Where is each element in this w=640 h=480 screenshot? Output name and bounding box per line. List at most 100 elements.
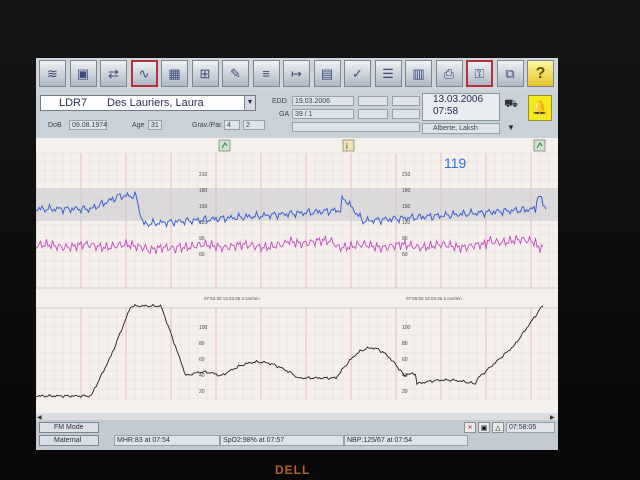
lower-scale-label: 60 bbox=[402, 357, 408, 363]
ga-label: GA bbox=[279, 111, 290, 118]
trace-view-tool-button[interactable]: ∿ bbox=[130, 60, 158, 87]
age-label: Age bbox=[132, 122, 145, 129]
print-tool-icon: ⎙ bbox=[443, 65, 455, 81]
mhr-status: MHR:83 at 07:54 bbox=[114, 435, 220, 446]
date-time-display: 13.03.2006 07:58 bbox=[422, 93, 500, 121]
upper-scale-label: 180 bbox=[402, 188, 411, 194]
help-tool-icon: ? bbox=[535, 64, 546, 82]
upper-scale-label: 210 bbox=[199, 172, 208, 178]
lower-scale-label: 60 bbox=[199, 357, 205, 363]
system-clock: 07:58:05 bbox=[506, 422, 555, 433]
help-tool-button[interactable]: ? bbox=[527, 60, 554, 87]
age-field[interactable]: 31 bbox=[148, 120, 162, 130]
overview-tool-button[interactable]: ⊞ bbox=[191, 60, 219, 87]
transfer-tool-button[interactable]: ⇄ bbox=[100, 60, 127, 87]
layout-tool-button[interactable]: ▥ bbox=[405, 60, 432, 87]
svg-text:i: i bbox=[346, 142, 348, 151]
ga-field[interactable]: 39 / 1 bbox=[292, 109, 354, 119]
empty-field-2[interactable] bbox=[358, 109, 388, 119]
spo2-status: SpO2:98% at 07:57 bbox=[220, 435, 344, 446]
history-tool-icon: ↦ bbox=[291, 65, 302, 81]
monitor-tool-button[interactable]: ▣ bbox=[69, 60, 97, 87]
fm-mode-button[interactable]: FM Mode bbox=[39, 422, 99, 433]
status-bar: FM Mode Maternal MHR:83 at 07:54 SpO2:98… bbox=[36, 420, 558, 450]
folder-tool-icon: ▤ bbox=[320, 65, 334, 81]
edd-field[interactable]: 19.03.2006 bbox=[292, 96, 354, 106]
network-tool-button[interactable]: ⧉ bbox=[496, 60, 524, 87]
patient-selector[interactable]: LDR7 Des Lauriers, Laura ▼ bbox=[40, 95, 256, 111]
transfer-tool-icon: ⇄ bbox=[108, 65, 119, 81]
down-arrow-icon[interactable]: ▼ bbox=[502, 123, 520, 133]
history-tool-button[interactable]: ↦ bbox=[283, 60, 310, 87]
patient-name: Des Lauriers, Laura bbox=[107, 97, 204, 109]
print-tool-button[interactable]: ⎙ bbox=[435, 60, 463, 87]
lower-scale-label: 100 bbox=[402, 325, 411, 331]
alarm-status-icon[interactable]: ✕ bbox=[464, 422, 476, 433]
mhr-trace bbox=[36, 234, 544, 255]
check-tool-icon: ✓ bbox=[352, 65, 363, 81]
empty-field-3[interactable] bbox=[392, 96, 420, 106]
dob-field[interactable]: 09.08.1974 bbox=[69, 120, 107, 130]
main-toolbar: ≋ ▣ ⇄ ∿ ▦ ⊞ ✎ ≡ ↦ ▤ ✓ ☰ ▥ ⎙ ⚿ ⧉? bbox=[36, 58, 558, 90]
upper-scale-label: 60 bbox=[199, 252, 205, 258]
trace-area: 210 210 180 180 150 150 120 120 90 90 60 60 100 100 80… bbox=[36, 138, 558, 420]
maternal-button[interactable]: Maternal bbox=[39, 435, 99, 446]
record-status-icon[interactable]: ▣ bbox=[478, 422, 490, 433]
waves-tool-icon: ≋ bbox=[47, 65, 58, 81]
upper-scale-label: 150 bbox=[402, 204, 411, 210]
warning-status-icon[interactable]: △ bbox=[492, 422, 504, 433]
list-tool-button[interactable]: ☰ bbox=[374, 60, 402, 87]
toco-trace bbox=[36, 303, 544, 399]
current-time: 07:58 bbox=[433, 106, 459, 117]
edd-label: EDD bbox=[272, 98, 287, 105]
folder-tool-button[interactable]: ▤ bbox=[313, 60, 341, 87]
grid-chart-tool-icon: ▦ bbox=[168, 65, 181, 81]
edit-tool-button[interactable]: ✎ bbox=[222, 60, 249, 87]
monitor-cart-icon[interactable]: ⛟ bbox=[502, 95, 520, 113]
upper-scale-label: 210 bbox=[402, 172, 411, 178]
trace-annotation-1: 07:52:30 13.03.06 2 cm/min bbox=[204, 296, 260, 301]
chevron-down-icon[interactable]: ▼ bbox=[244, 96, 255, 110]
nbp-status: NBP:125/67 at 07:54 bbox=[344, 435, 468, 446]
current-user: Alberte, Laksh bbox=[422, 123, 500, 134]
lower-scale-label: 40 bbox=[199, 373, 205, 379]
grid-chart-tool-button[interactable]: ▦ bbox=[161, 60, 188, 87]
layout-tool-icon: ▥ bbox=[412, 65, 425, 81]
upper-scale-label: 150 bbox=[199, 204, 208, 210]
empty-field-4[interactable] bbox=[392, 109, 420, 119]
trace-annotation-2: 07:55:00 13.03.06 2 cm/min bbox=[406, 296, 462, 301]
lock-tool-button[interactable]: ⚿ bbox=[466, 60, 493, 87]
gravpar-label: Grav./Par. bbox=[192, 122, 223, 129]
dob-label: DoB bbox=[48, 122, 62, 129]
lower-scale-label: 80 bbox=[199, 341, 205, 347]
trace-scrollbar[interactable] bbox=[36, 413, 558, 420]
overview-tool-icon: ⊞ bbox=[199, 65, 211, 81]
monitor-tool-icon: ▣ bbox=[76, 65, 90, 81]
trace-marker-1[interactable] bbox=[218, 139, 231, 152]
empty-field-5[interactable] bbox=[292, 122, 420, 132]
empty-field-1[interactable] bbox=[358, 96, 388, 106]
grav-field[interactable]: 4 bbox=[224, 120, 240, 130]
edit-tool-icon: ✎ bbox=[230, 65, 241, 81]
screen: ≋ ▣ ⇄ ∿ ▦ ⊞ ✎ ≡ ↦ ▤ ✓ ☰ ▥ ⎙ ⚿ ⧉? LDR7 Des Lauriers, Laur… bbox=[36, 58, 558, 450]
upper-scale-label: 60 bbox=[402, 252, 408, 258]
lower-scale-label: 20 bbox=[402, 389, 408, 395]
dell-logo: DELL bbox=[275, 463, 311, 477]
waves-tool-button[interactable]: ≋ bbox=[39, 60, 66, 87]
list-tool-icon: ☰ bbox=[382, 65, 394, 81]
notes-tool-button[interactable]: ≡ bbox=[252, 60, 280, 87]
bell-icon[interactable]: 🔔 bbox=[528, 95, 552, 121]
trace-view-tool-icon: ∿ bbox=[138, 65, 150, 81]
current-date: 13.03.2006 bbox=[433, 94, 484, 105]
check-tool-button[interactable]: ✓ bbox=[344, 60, 371, 87]
fhr-normal-band bbox=[36, 188, 558, 221]
note-marker-icon[interactable]: i bbox=[342, 139, 355, 152]
network-tool-icon: ⧉ bbox=[505, 65, 515, 81]
fhr-value: 119 bbox=[444, 155, 467, 171]
lower-scale-label: 80 bbox=[402, 341, 408, 347]
lock-tool-icon: ⚿ bbox=[474, 65, 485, 81]
patient-info-bar: LDR7 Des Lauriers, Laura ▼ DoB 09.08.1974… bbox=[36, 90, 558, 138]
par-field[interactable]: 2 bbox=[243, 120, 265, 130]
trace-marker-2[interactable] bbox=[533, 139, 546, 152]
upper-scale-label: 180 bbox=[199, 188, 208, 194]
